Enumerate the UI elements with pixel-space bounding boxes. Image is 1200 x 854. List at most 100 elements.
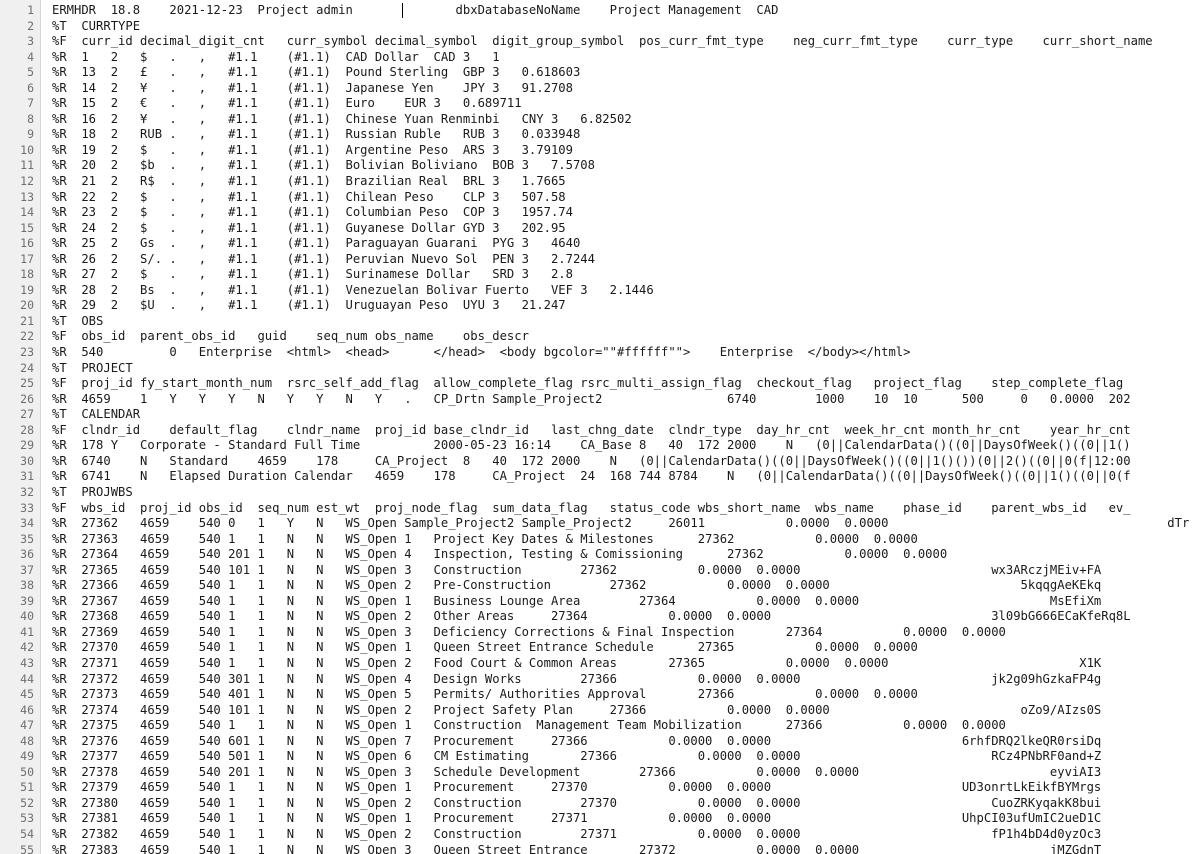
- line-text: %R 27372 4659 540 301 1 N N WS_Open 4 De…: [52, 672, 1200, 688]
- line-number: 36: [0, 547, 34, 563]
- editor-line[interactable]: 6 %R 14 2 ¥ . , #1.1 (#1.1) Japanese Yen …: [0, 81, 1200, 97]
- line-number: 52: [0, 796, 34, 812]
- editor-line[interactable]: 44 %R 27372 4659 540 301 1 N N WS_Open 4 …: [0, 672, 1200, 688]
- text-content[interactable]: 1 ERMHDR 18.8 2021-12-23 Project admin db…: [0, 3, 1200, 854]
- editor-line[interactable]: 53 %R 27381 4659 540 1 1 N N WS_Open 1 Pr…: [0, 811, 1200, 827]
- line-text: %R 27367 4659 540 1 1 N N WS_Open 1 Busi…: [52, 594, 1200, 610]
- line-text: %R 27 2 $ . , #1.1 (#1.1) Surinamese Dol…: [52, 267, 1200, 283]
- line-number: 4: [0, 50, 34, 66]
- editor-line[interactable]: 37 %R 27365 4659 540 101 1 N N WS_Open 3 …: [0, 563, 1200, 579]
- line-number: 1: [0, 3, 34, 19]
- line-text: %R 23 2 $ . , #1.1 (#1.1) Columbian Peso…: [52, 205, 1200, 221]
- line-text: %R 27380 4659 540 1 1 N N WS_Open 2 Cons…: [52, 796, 1200, 812]
- editor-line[interactable]: 17 %R 26 2 S/. . , #1.1 (#1.1) Peruvian N…: [0, 252, 1200, 268]
- line-number: 15: [0, 221, 34, 237]
- line-text: %R 28 2 Bs . , #1.1 (#1.1) Venezuelan Bo…: [52, 283, 1200, 299]
- line-number: 28: [0, 423, 34, 439]
- editor-line[interactable]: 13 %R 22 2 $ . , #1.1 (#1.1) Chilean Peso…: [0, 190, 1200, 206]
- editor-line[interactable]: 51 %R 27379 4659 540 1 1 N N WS_Open 1 Pr…: [0, 780, 1200, 796]
- editor-line[interactable]: 41 %R 27369 4659 540 1 1 N N WS_Open 3 De…: [0, 625, 1200, 641]
- line-number: 11: [0, 158, 34, 174]
- editor-line[interactable]: 35 %R 27363 4659 540 1 1 N N WS_Open 1 Pr…: [0, 532, 1200, 548]
- editor-line[interactable]: 16 %R 25 2 Gs . , #1.1 (#1.1) Paraguayan …: [0, 236, 1200, 252]
- editor-line[interactable]: 4 %R 1 2 $ . , #1.1 (#1.1) CAD Dollar CAD…: [0, 50, 1200, 66]
- editor-line[interactable]: 19 %R 28 2 Bs . , #1.1 (#1.1) Venezuelan …: [0, 283, 1200, 299]
- editor-line[interactable]: 32 %T PROJWBS: [0, 485, 1200, 501]
- editor-line[interactable]: 54 %R 27382 4659 540 1 1 N N WS_Open 2 Co…: [0, 827, 1200, 843]
- line-number: 24: [0, 361, 34, 377]
- editor-line[interactable]: 46 %R 27374 4659 540 101 1 N N WS_Open 2 …: [0, 703, 1200, 719]
- editor-line[interactable]: 15 %R 24 2 $ . , #1.1 (#1.1) Guyanese Dol…: [0, 221, 1200, 237]
- line-number: 27: [0, 407, 34, 423]
- editor-line[interactable]: 28 %F clndr_id default_flag clndr_name pr…: [0, 423, 1200, 439]
- editor-line[interactable]: 36 %R 27364 4659 540 201 1 N N WS_Open 4 …: [0, 547, 1200, 563]
- line-text: %T OBS: [52, 314, 1200, 330]
- editor-line[interactable]: 21 %T OBS: [0, 314, 1200, 330]
- editor-line[interactable]: 34 %R 27362 4659 540 0 1 Y N WS_Open Samp…: [0, 516, 1200, 532]
- editor-line[interactable]: 22 %F obs_id parent_obs_id guid seq_num o…: [0, 329, 1200, 345]
- editor-line[interactable]: 55 %R 27383 4659 540 1 1 N N WS_Open 3 Qu…: [0, 843, 1200, 854]
- editor-line[interactable]: 24 %T PROJECT: [0, 361, 1200, 377]
- editor-line[interactable]: 42 %R 27370 4659 540 1 1 N N WS_Open 1 Qu…: [0, 640, 1200, 656]
- editor-line[interactable]: 20 %R 29 2 $U . , #1.1 (#1.1) Uruguayan P…: [0, 298, 1200, 314]
- line-text: %R 27381 4659 540 1 1 N N WS_Open 1 Proc…: [52, 811, 1200, 827]
- line-text: %R 27378 4659 540 201 1 N N WS_Open 3 Sc…: [52, 765, 1200, 781]
- editor-line[interactable]: 27 %T CALENDAR: [0, 407, 1200, 423]
- editor-line[interactable]: 47 %R 27375 4659 540 1 1 N N WS_Open 1 Co…: [0, 718, 1200, 734]
- editor-line[interactable]: 45 %R 27373 4659 540 401 1 N N WS_Open 5 …: [0, 687, 1200, 703]
- line-text: %R 18 2 RUB . , #1.1 (#1.1) Russian Rubl…: [52, 127, 1200, 143]
- editor-line[interactable]: 2 %T CURRTYPE: [0, 19, 1200, 35]
- line-number: 18: [0, 267, 34, 283]
- line-number: 50: [0, 765, 34, 781]
- editor-line[interactable]: 10 %R 19 2 $ . , #1.1 (#1.1) Argentine Pe…: [0, 143, 1200, 159]
- editor-line[interactable]: 11 %R 20 2 $b . , #1.1 (#1.1) Bolivian Bo…: [0, 158, 1200, 174]
- editor-line[interactable]: 8 %R 16 2 ¥ . , #1.1 (#1.1) Chinese Yuan …: [0, 112, 1200, 128]
- line-number: 51: [0, 780, 34, 796]
- text-caret: [402, 3, 403, 18]
- editor-line[interactable]: 29 %R 178 Y Corporate - Standard Full Tim…: [0, 438, 1200, 454]
- editor-line[interactable]: 31 %R 6741 N Elapsed Duration Calendar 46…: [0, 469, 1200, 485]
- line-text: %R 27373 4659 540 401 1 N N WS_Open 5 Pe…: [52, 687, 1200, 703]
- line-text: %R 6740 N Standard 4659 178 CA_Project 8…: [52, 454, 1200, 470]
- editor-line[interactable]: 5 %R 13 2 £ . , #1.1 (#1.1) Pound Sterlin…: [0, 65, 1200, 81]
- editor-line[interactable]: 50 %R 27378 4659 540 201 1 N N WS_Open 3 …: [0, 765, 1200, 781]
- editor-line[interactable]: 48 %R 27376 4659 540 601 1 N N WS_Open 7 …: [0, 734, 1200, 750]
- editor-line[interactable]: 33 %F wbs_id proj_id obs_id seq_num est_w…: [0, 501, 1200, 517]
- line-text: %R 27364 4659 540 201 1 N N WS_Open 4 In…: [52, 547, 1200, 563]
- editor-line[interactable]: 12 %R 21 2 R$ . , #1.1 (#1.1) Brazilian R…: [0, 174, 1200, 190]
- line-text: %R 540 0 Enterprise <html> <head> …: [52, 345, 1200, 361]
- line-text: %R 27383 4659 540 1 1 N N WS_Open 3 Quee…: [52, 843, 1200, 854]
- line-number: 20: [0, 298, 34, 314]
- editor-line[interactable]: 1 ERMHDR 18.8 2021-12-23 Project admin db…: [0, 3, 1200, 19]
- editor-line[interactable]: 39 %R 27367 4659 540 1 1 N N WS_Open 1 Bu…: [0, 594, 1200, 610]
- editor-line[interactable]: 14 %R 23 2 $ . , #1.1 (#1.1) Columbian Pe…: [0, 205, 1200, 221]
- editor-line[interactable]: 25 %F proj_id fy_start_month_num rsrc_sel…: [0, 376, 1200, 392]
- line-text: %T CALENDAR: [52, 407, 1200, 423]
- line-number: 26: [0, 392, 34, 408]
- editor-line[interactable]: 52 %R 27380 4659 540 1 1 N N WS_Open 2 Co…: [0, 796, 1200, 812]
- editor-line[interactable]: 3 %F curr_id decimal_digit_cnt curr_symbo…: [0, 34, 1200, 50]
- line-number: 2: [0, 19, 34, 35]
- editor-line[interactable]: 40 %R 27368 4659 540 1 1 N N WS_Open 2 Ot…: [0, 609, 1200, 625]
- editor-line[interactable]: 18 %R 27 2 $ . , #1.1 (#1.1) Surinamese D…: [0, 267, 1200, 283]
- editor-line[interactable]: 23 %R 540 0 Enterprise <html> <head> …: [0, 345, 1200, 361]
- editor-line[interactable]: 38 %R 27366 4659 540 1 1 N N WS_Open 2 Pr…: [0, 578, 1200, 594]
- editor-line[interactable]: 43 %R 27371 4659 540 1 1 N N WS_Open 2 Fo…: [0, 656, 1200, 672]
- editor-line[interactable]: 30 %R 6740 N Standard 4659 178 CA_Project…: [0, 454, 1200, 470]
- line-number: 55: [0, 843, 34, 854]
- editor-line[interactable]: 7 %R 15 2 € . , #1.1 (#1.1) Euro EUR 3 0.…: [0, 96, 1200, 112]
- editor-line[interactable]: 26 %R 4659 1 Y Y Y N Y Y N Y . CP_Drtn Sa…: [0, 392, 1200, 408]
- line-text: %R 25 2 Gs . , #1.1 (#1.1) Paraguayan Gu…: [52, 236, 1200, 252]
- line-text: %R 27371 4659 540 1 1 N N WS_Open 2 Food…: [52, 656, 1200, 672]
- line-text: %F clndr_id default_flag clndr_name proj…: [52, 423, 1200, 439]
- line-number: 17: [0, 252, 34, 268]
- line-text: %R 26 2 S/. . , #1.1 (#1.1) Peruvian Nue…: [52, 252, 1200, 268]
- line-text: %T PROJECT: [52, 361, 1200, 377]
- editor-line[interactable]: 9 %R 18 2 RUB . , #1.1 (#1.1) Russian Rub…: [0, 127, 1200, 143]
- line-number: 46: [0, 703, 34, 719]
- line-number: 14: [0, 205, 34, 221]
- editor-line[interactable]: 49 %R 27377 4659 540 501 1 N N WS_Open 6 …: [0, 749, 1200, 765]
- line-number: 31: [0, 469, 34, 485]
- text-editor[interactable]: 1 ERMHDR 18.8 2021-12-23 Project admin db…: [0, 0, 1200, 854]
- line-number: 39: [0, 594, 34, 610]
